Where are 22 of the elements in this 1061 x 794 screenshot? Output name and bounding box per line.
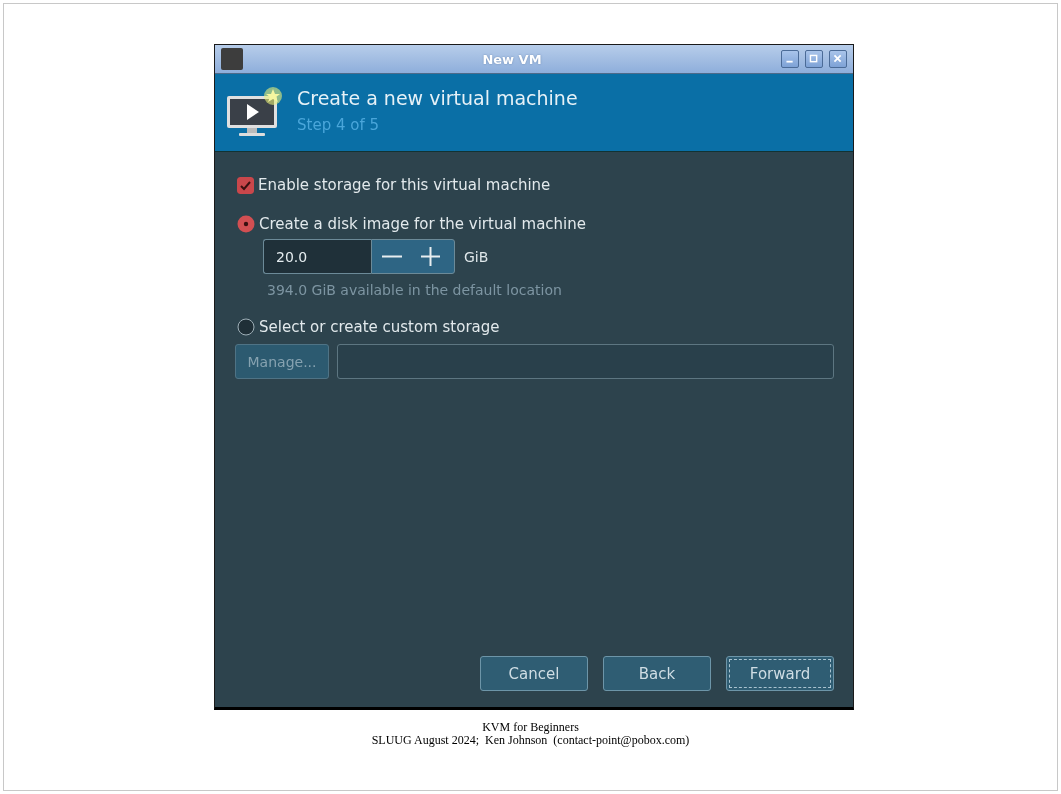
radio-label: Create a disk image for the virtual machine xyxy=(259,215,586,233)
storage-path-field[interactable] xyxy=(337,344,834,379)
unit-label: GiB xyxy=(464,248,489,265)
app-icon xyxy=(221,48,243,70)
disk-size-field[interactable]: 20.0 xyxy=(263,239,371,274)
slide-footer-text: KVM for Beginners xyxy=(482,721,579,734)
wizard-title: Create a new virtual machine xyxy=(297,87,578,109)
radio-label: Select or create custom storage xyxy=(259,318,500,336)
radio-button[interactable] xyxy=(237,215,255,233)
storage-checkbox[interactable] xyxy=(237,176,254,194)
slide-footer-text: SLUUG August 2024; Ken Johnson (contact-point@pobox.com) xyxy=(371,734,690,747)
minimize-button[interactable] xyxy=(781,50,799,68)
close-button[interactable] xyxy=(829,50,847,68)
window-title: New VM xyxy=(481,51,543,67)
radio-button[interactable] xyxy=(237,318,255,336)
dialog-button[interactable]: Forward xyxy=(726,656,834,691)
checkbox-label: Enable storage for this virtual machine xyxy=(258,176,551,194)
maximize-button[interactable] xyxy=(805,50,823,68)
available-space-text: 394.0 GiB available in the default location xyxy=(267,282,563,298)
dialog-button[interactable]: Cancel xyxy=(480,656,588,691)
step-label: Step 4 of 5 xyxy=(297,116,380,134)
dialog-button[interactable]: Back xyxy=(603,656,711,691)
